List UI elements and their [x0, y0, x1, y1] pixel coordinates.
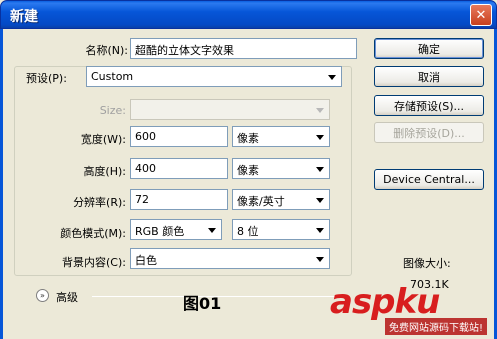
preset-value: Custom — [91, 70, 134, 83]
bit-depth-value: 8 位 — [237, 225, 259, 238]
watermark-logo: aspku — [330, 282, 440, 322]
close-icon: ✕ — [475, 7, 487, 23]
size-label: Size: — [99, 104, 126, 117]
background-value: 白色 — [135, 254, 157, 267]
resolution-unit-value: 像素/英寸 — [237, 195, 285, 208]
expand-advanced-icon[interactable]: » — [36, 289, 49, 302]
background-label: 背景内容(C): — [62, 256, 126, 269]
figure-label: 图01 — [183, 294, 222, 313]
bit-depth-select[interactable]: 8 位 — [232, 219, 330, 240]
chevron-down-icon — [316, 135, 324, 140]
window-title: 新建 — [10, 9, 38, 25]
name-label: 名称(N): — [85, 44, 128, 57]
chevron-down-icon — [208, 228, 216, 233]
chevron-down-icon — [316, 257, 324, 262]
width-unit-select[interactable]: 像素 — [232, 126, 330, 147]
preset-label: 预设(P): — [22, 70, 82, 86]
height-label: 高度(H): — [83, 165, 126, 178]
resolution-unit-select[interactable]: 像素/英寸 — [232, 189, 330, 210]
height-input[interactable]: 400 — [130, 158, 228, 179]
size-select[interactable] — [130, 99, 330, 120]
name-input[interactable]: 超酷的立体文字效果 — [130, 38, 357, 59]
device-central-button[interactable]: Device Central... — [374, 169, 484, 190]
width-unit-value: 像素 — [237, 132, 259, 145]
ok-button[interactable]: 确定 — [374, 38, 484, 59]
width-label: 宽度(W): — [80, 133, 126, 146]
save-preset-button[interactable]: 存储预设(S)... — [374, 95, 484, 116]
watermark-caption: 免费网站源码下载站! — [385, 318, 488, 335]
close-button[interactable]: ✕ — [470, 4, 492, 26]
delete-preset-button[interactable]: 删除预设(D)... — [374, 122, 484, 143]
cancel-button[interactable]: 取消 — [374, 66, 484, 87]
title-bar: 新建 ✕ — [0, 0, 497, 29]
chevron-down-icon — [328, 75, 336, 80]
color-mode-label: 颜色模式(M): — [60, 227, 126, 240]
resolution-label: 分辨率(R): — [73, 196, 126, 209]
chevron-down-icon — [316, 108, 324, 113]
advanced-label[interactable]: 高级 — [56, 289, 78, 305]
preset-select[interactable]: Custom — [86, 66, 342, 87]
height-unit-select[interactable]: 像素 — [232, 158, 330, 179]
image-size-label: 图像大小: — [403, 257, 451, 270]
height-unit-value: 像素 — [237, 164, 259, 177]
background-select[interactable]: 白色 — [130, 248, 330, 269]
chevron-down-icon — [316, 167, 324, 172]
width-input[interactable]: 600 — [130, 126, 228, 147]
chevron-down-icon — [316, 198, 324, 203]
color-mode-value: RGB 颜色 — [135, 225, 185, 238]
chevron-down-icon — [316, 228, 324, 233]
color-mode-select[interactable]: RGB 颜色 — [130, 219, 222, 240]
resolution-input[interactable]: 72 — [130, 189, 228, 210]
